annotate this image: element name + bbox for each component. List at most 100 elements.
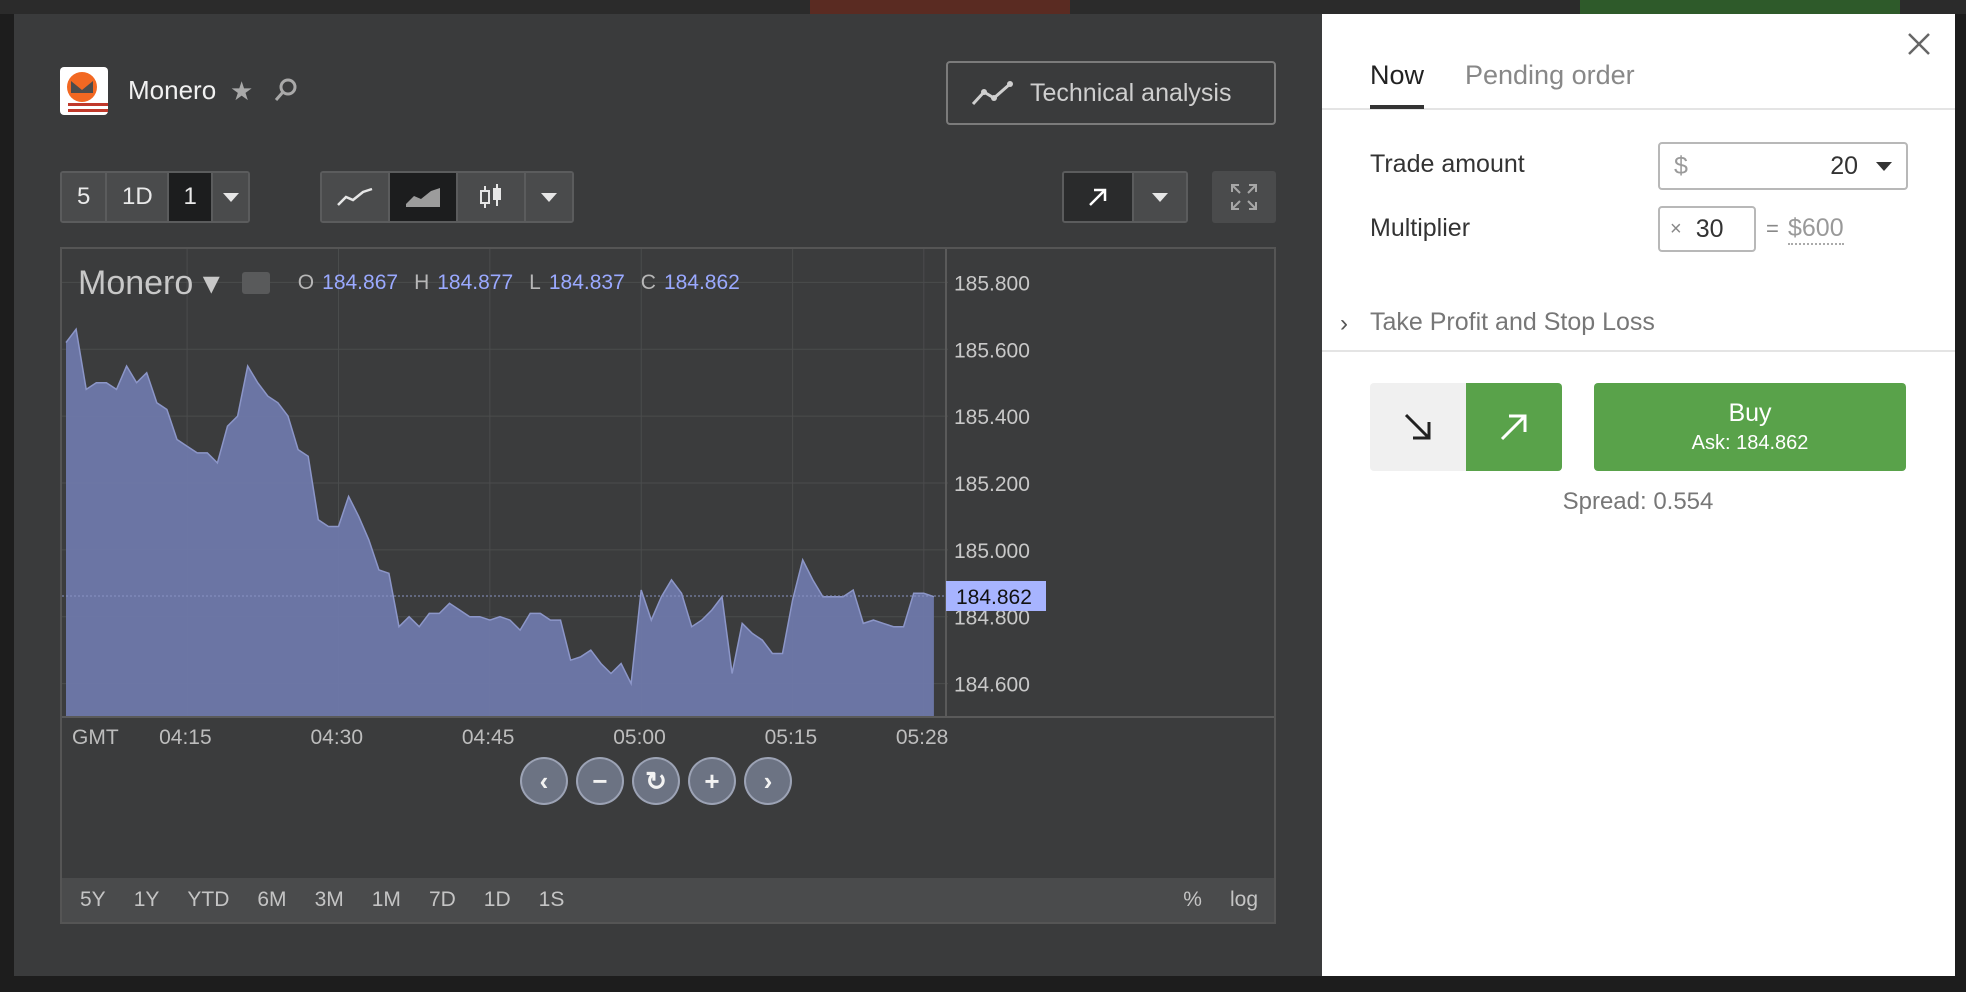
- order-tabs: Now Pending order: [1322, 14, 1955, 110]
- time-range-bar: 5Y 1Y YTD 6M 3M 1M 7D 1D 1S % log: [62, 878, 1274, 922]
- tp-sl-label: Take Profit and Stop Loss: [1370, 308, 1655, 336]
- technical-analysis-button[interactable]: Technical analysis: [946, 61, 1276, 125]
- range-1s[interactable]: 1S: [539, 888, 565, 912]
- chevron-down-icon: [1876, 161, 1892, 171]
- interval-button-5[interactable]: 5: [62, 173, 108, 221]
- order-panel: Now Pending order Trade amount $ 20 Mult…: [1322, 14, 1955, 976]
- ohlc-open-value: 184.867: [322, 271, 399, 294]
- zoom-out-button[interactable]: −: [576, 757, 624, 805]
- chart-type-group: [320, 171, 574, 223]
- x-tick-label: 05:28: [896, 726, 949, 749]
- symbol-selector[interactable]: Monero ▾: [78, 263, 220, 303]
- direction-dropdown[interactable]: [1134, 173, 1186, 221]
- chevron-down-icon: [1152, 192, 1168, 202]
- current-price-label: 184.862: [956, 586, 1032, 609]
- area-chart-icon: [406, 188, 440, 207]
- instrument-name: Monero: [128, 75, 217, 105]
- range-6m[interactable]: 6M: [257, 888, 286, 912]
- interval-button-1d[interactable]: 1D: [107, 173, 170, 221]
- arrow-down-right-icon: [1404, 413, 1431, 440]
- interval-button-1[interactable]: 1: [169, 173, 213, 221]
- range-5y[interactable]: 5Y: [80, 888, 106, 912]
- tab-now[interactable]: Now: [1370, 60, 1425, 109]
- ohlc-low-value: 184.837: [548, 271, 625, 294]
- direction-up-button[interactable]: [1064, 173, 1134, 221]
- ohlc-legend: Monero ▾ O 184.867 H 184.877 L 184.837 C…: [78, 263, 748, 303]
- ask-price-label: Ask: 184.862: [1691, 432, 1809, 454]
- ohlc-high-key: H: [414, 271, 430, 294]
- range-1y[interactable]: 1Y: [134, 888, 160, 912]
- price-chart[interactable]: 185.800 185.600 185.400 185.200 185.000 184.8…: [60, 247, 1276, 924]
- equals-sign: =: [1766, 216, 1779, 241]
- fullscreen-button[interactable]: [1212, 171, 1276, 223]
- arrow-up-right-icon: [1089, 188, 1107, 206]
- background-strip: [0, 0, 1966, 14]
- take-profit-stop-loss-toggle[interactable]: › Take Profit and Stop Loss: [1322, 296, 1955, 352]
- range-1d[interactable]: 1D: [484, 888, 511, 912]
- x-tick-label: GMT: [72, 726, 119, 749]
- interval-dropdown[interactable]: [213, 173, 248, 221]
- chevron-down-icon: [222, 192, 239, 202]
- y-tick-label: 185.400: [954, 406, 1030, 429]
- line-chart-icon: [337, 187, 373, 206]
- close-icon[interactable]: [1901, 26, 1937, 62]
- y-tick-label: 185.000: [954, 540, 1030, 563]
- range-3m[interactable]: 3M: [315, 888, 344, 912]
- multiplier-field[interactable]: × 30: [1658, 206, 1756, 252]
- technical-analysis-label: Technical analysis: [1030, 78, 1232, 107]
- chevron-right-icon: ›: [1340, 310, 1348, 337]
- ohlc-close-key: C: [640, 271, 656, 294]
- range-ytd[interactable]: YTD: [187, 888, 229, 912]
- trade-amount-label: Trade amount: [1370, 150, 1525, 178]
- log-scale-toggle[interactable]: log: [1230, 888, 1258, 912]
- zoom-in-button[interactable]: +: [688, 757, 736, 805]
- reset-zoom-button[interactable]: ↻: [632, 757, 680, 805]
- x-tick-label: 04:15: [159, 726, 212, 749]
- buy-button[interactable]: Buy Ask: 184.862: [1594, 383, 1906, 471]
- y-tick-label: 184.600: [954, 674, 1030, 697]
- ohlc-high-value: 184.877: [437, 271, 514, 294]
- direction-group: [1062, 171, 1188, 223]
- fullscreen-icon: [1231, 184, 1257, 210]
- chevron-down-icon: [541, 192, 557, 202]
- y-tick-label: 185.800: [954, 272, 1030, 295]
- x-tick-label: 05:15: [765, 726, 818, 749]
- range-1m[interactable]: 1M: [372, 888, 401, 912]
- area-chart-button[interactable]: [390, 173, 458, 221]
- trade-modal: Monero ★ Technical analysis 5 1D 1 185.8…: [14, 14, 1955, 976]
- x-tick-label: 04:30: [310, 726, 363, 749]
- range-7d[interactable]: 7D: [429, 888, 456, 912]
- percent-scale-toggle[interactable]: %: [1183, 888, 1202, 912]
- sell-direction-button[interactable]: [1370, 383, 1466, 471]
- trade-amount-value: 20: [1830, 151, 1858, 180]
- candlestick-icon: [480, 184, 501, 208]
- interval-group: 5 1D 1: [60, 171, 250, 223]
- monero-logo-icon: [60, 67, 108, 115]
- ohlc-low-key: L: [529, 271, 541, 294]
- line-chart-button[interactable]: [322, 173, 390, 221]
- scroll-right-button[interactable]: ›: [744, 757, 792, 805]
- star-icon[interactable]: ★: [230, 76, 253, 107]
- multiplier-symbol: ×: [1670, 217, 1682, 240]
- buy-direction-button[interactable]: [1466, 383, 1562, 471]
- trade-amount-field[interactable]: $ 20: [1658, 142, 1908, 190]
- ohlc-close-value: 184.862: [663, 271, 740, 294]
- candlestick-chart-button[interactable]: [458, 173, 526, 221]
- spread-label: Spread: 0.554: [1562, 488, 1714, 515]
- search-icon[interactable]: [272, 76, 300, 104]
- chart-panel: Monero ★ Technical analysis 5 1D 1 185.8…: [14, 14, 1322, 976]
- y-tick-label: 185.200: [954, 473, 1030, 496]
- multiplier-value: 30: [1695, 214, 1724, 243]
- multiplier-label: Multiplier: [1370, 214, 1471, 242]
- trend-line-icon: [971, 81, 1013, 106]
- ohlc-open-key: O: [297, 271, 315, 294]
- eye-icon[interactable]: [241, 272, 270, 294]
- total-exposure: $600: [1788, 214, 1844, 245]
- chart-type-dropdown[interactable]: [526, 173, 572, 221]
- x-tick-label: 04:45: [462, 726, 515, 749]
- currency-symbol: $: [1674, 151, 1688, 180]
- buy-label: Buy: [1728, 399, 1772, 427]
- y-tick-label: 185.600: [954, 339, 1030, 362]
- tab-pending-order[interactable]: Pending order: [1465, 60, 1635, 91]
- scroll-left-button[interactable]: ‹: [520, 757, 568, 805]
